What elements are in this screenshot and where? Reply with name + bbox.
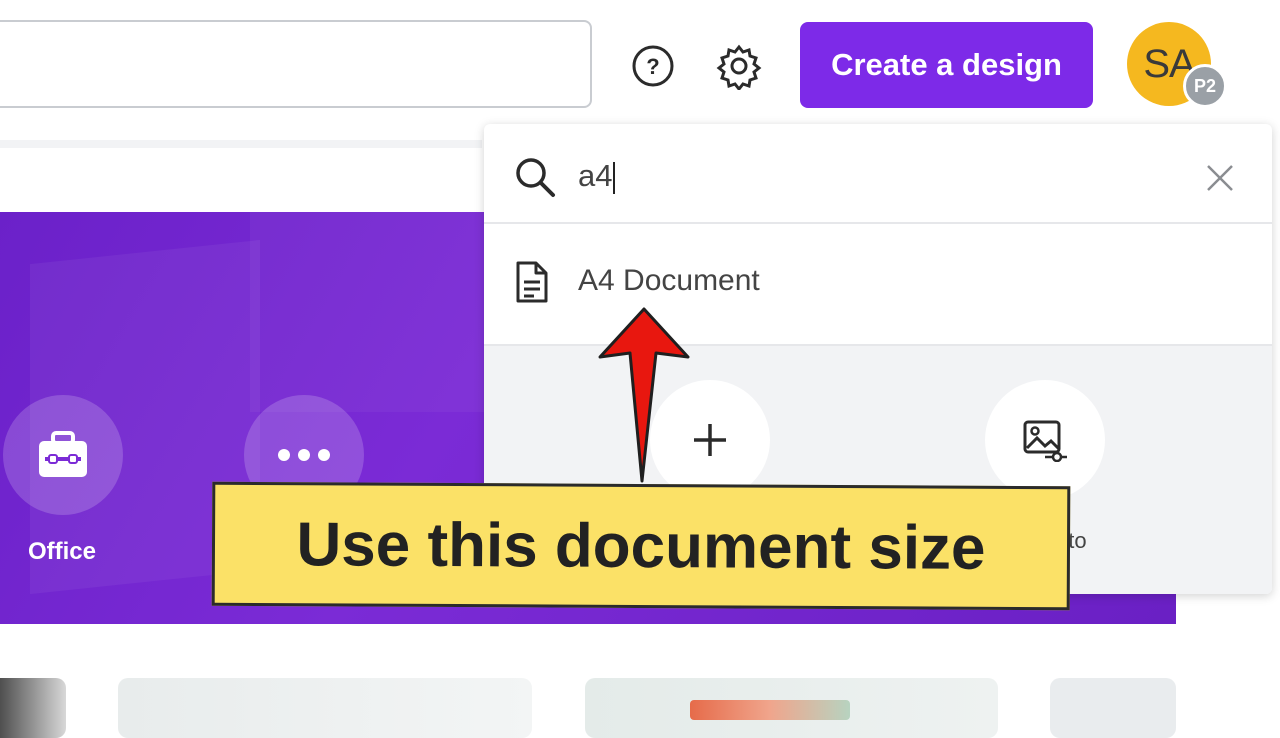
close-icon[interactable]	[1204, 162, 1236, 194]
search-query-text: a4	[578, 158, 613, 193]
annotation-arrow-icon	[598, 307, 690, 483]
text-caret	[613, 161, 616, 194]
template-thumbnail[interactable]	[1050, 678, 1176, 738]
help-icon: ?	[632, 45, 674, 87]
plus-icon	[694, 424, 726, 456]
category-office-label: Office	[27, 538, 96, 565]
document-icon	[516, 261, 548, 303]
dropdown-search-input[interactable]: a4	[578, 158, 616, 194]
photo-edit-icon	[1023, 420, 1067, 462]
settings-button[interactable]	[715, 42, 763, 90]
template-thumbnail[interactable]	[118, 678, 532, 738]
search-icon	[516, 158, 555, 197]
main-search-input[interactable]	[0, 20, 592, 108]
edit-photo-button[interactable]	[985, 380, 1105, 500]
subheader-divider	[0, 140, 482, 148]
category-office-button[interactable]	[3, 395, 123, 515]
banner-decoration	[250, 212, 500, 412]
thumbnail-decoration	[690, 700, 850, 720]
team-badge: P2	[1183, 64, 1227, 108]
dropdown-search-field[interactable]: a4	[484, 124, 1272, 224]
template-thumbnail[interactable]	[0, 678, 66, 738]
search-result-label[interactable]: A4 Document	[578, 264, 760, 298]
help-button[interactable]: ?	[629, 42, 677, 90]
briefcase-icon	[39, 431, 87, 477]
svg-text:?: ?	[646, 54, 659, 79]
more-dots-icon	[278, 449, 330, 461]
gear-icon	[716, 44, 762, 90]
create-design-button[interactable]: Create a design	[800, 22, 1093, 108]
annotation-callout: Use this document size	[211, 481, 1071, 611]
